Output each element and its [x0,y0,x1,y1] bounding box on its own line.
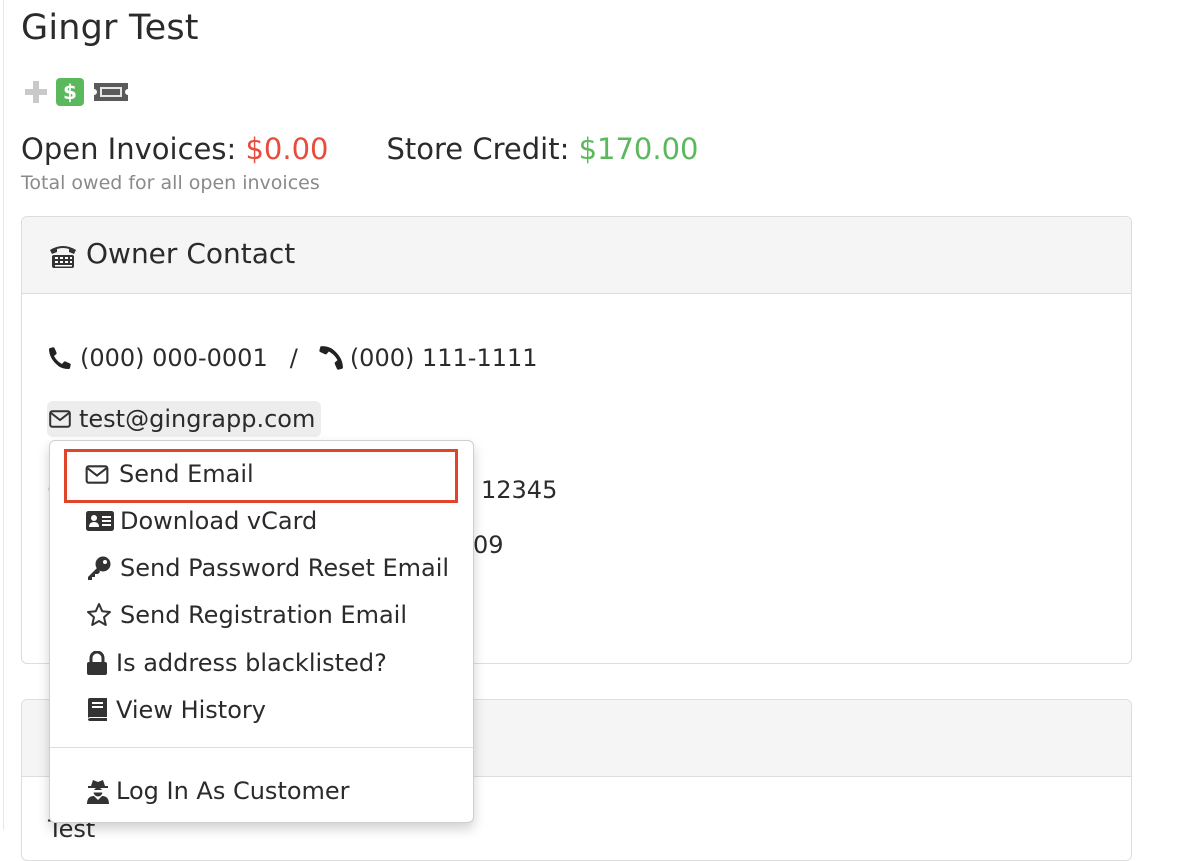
id-card-icon [86,511,116,531]
email-address: test@gingrapp.com [79,405,316,433]
lock-icon [86,650,112,676]
menu-item-label: Send Password Reset Email [120,554,450,582]
email-dropdown-toggle[interactable]: test@gingrapp.com [47,401,322,437]
highlight-box [64,449,458,503]
menu-divider [50,747,473,748]
menu-item-log-in-as-customer[interactable]: Log In As Customer [50,771,473,811]
envelope-icon [49,410,71,428]
menu-item-label: Is address blacklisted? [116,649,387,677]
menu-item-label: Send Registration Email [120,601,408,629]
address-zip-partial: 12345 [481,476,558,504]
menu-item-is-blacklisted[interactable]: Is address blacklisted? [50,643,473,683]
ticket-icon[interactable] [92,78,130,106]
menu-item-label: Download vCard [120,507,318,535]
plus-icon[interactable] [22,78,50,106]
menu-item-view-history[interactable]: View History [50,690,473,730]
book-icon [86,697,112,723]
store-credit-label: Store Credit: [386,132,570,166]
star-icon [86,602,116,628]
phone-primary[interactable]: (000) 000-0001 [80,344,268,372]
owner-contact-heading: Owner Contact [22,217,1131,294]
open-invoices-value: $0.00 [245,132,329,166]
balances: Open Invoices: $0.00 Store Credit: $170.0… [21,132,699,166]
menu-item-label: View History [116,696,266,724]
open-invoices-note: Total owed for all open invoices [21,172,320,194]
phone-row: (000) 000-0001 / (000) 111-1111 [48,344,538,372]
menu-item-label: Log In As Customer [116,777,350,805]
contact-line-partial: 09 [473,531,504,559]
open-invoices-label: Open Invoices: [21,132,237,166]
menu-item-download-vcard[interactable]: Download vCard [50,501,473,541]
phone-icon [318,345,344,371]
phone-icon [48,346,72,370]
store-credit-value: $170.00 [578,132,699,166]
page-title: Gingr Test [21,8,199,48]
left-border [3,0,4,830]
menu-item-send-registration[interactable]: Send Registration Email [50,595,473,635]
owner-contact-title: Owner Contact [86,237,296,270]
dollar-icon[interactable]: $ [56,78,84,106]
phone-secondary[interactable]: (000) 111-1111 [350,344,538,372]
phone-separator: / [289,344,298,372]
phone-office-icon [48,241,78,271]
quick-actions: $ [22,77,130,107]
key-icon [86,555,116,581]
menu-item-send-password-reset[interactable]: Send Password Reset Email [50,548,473,588]
user-secret-icon [86,778,112,804]
